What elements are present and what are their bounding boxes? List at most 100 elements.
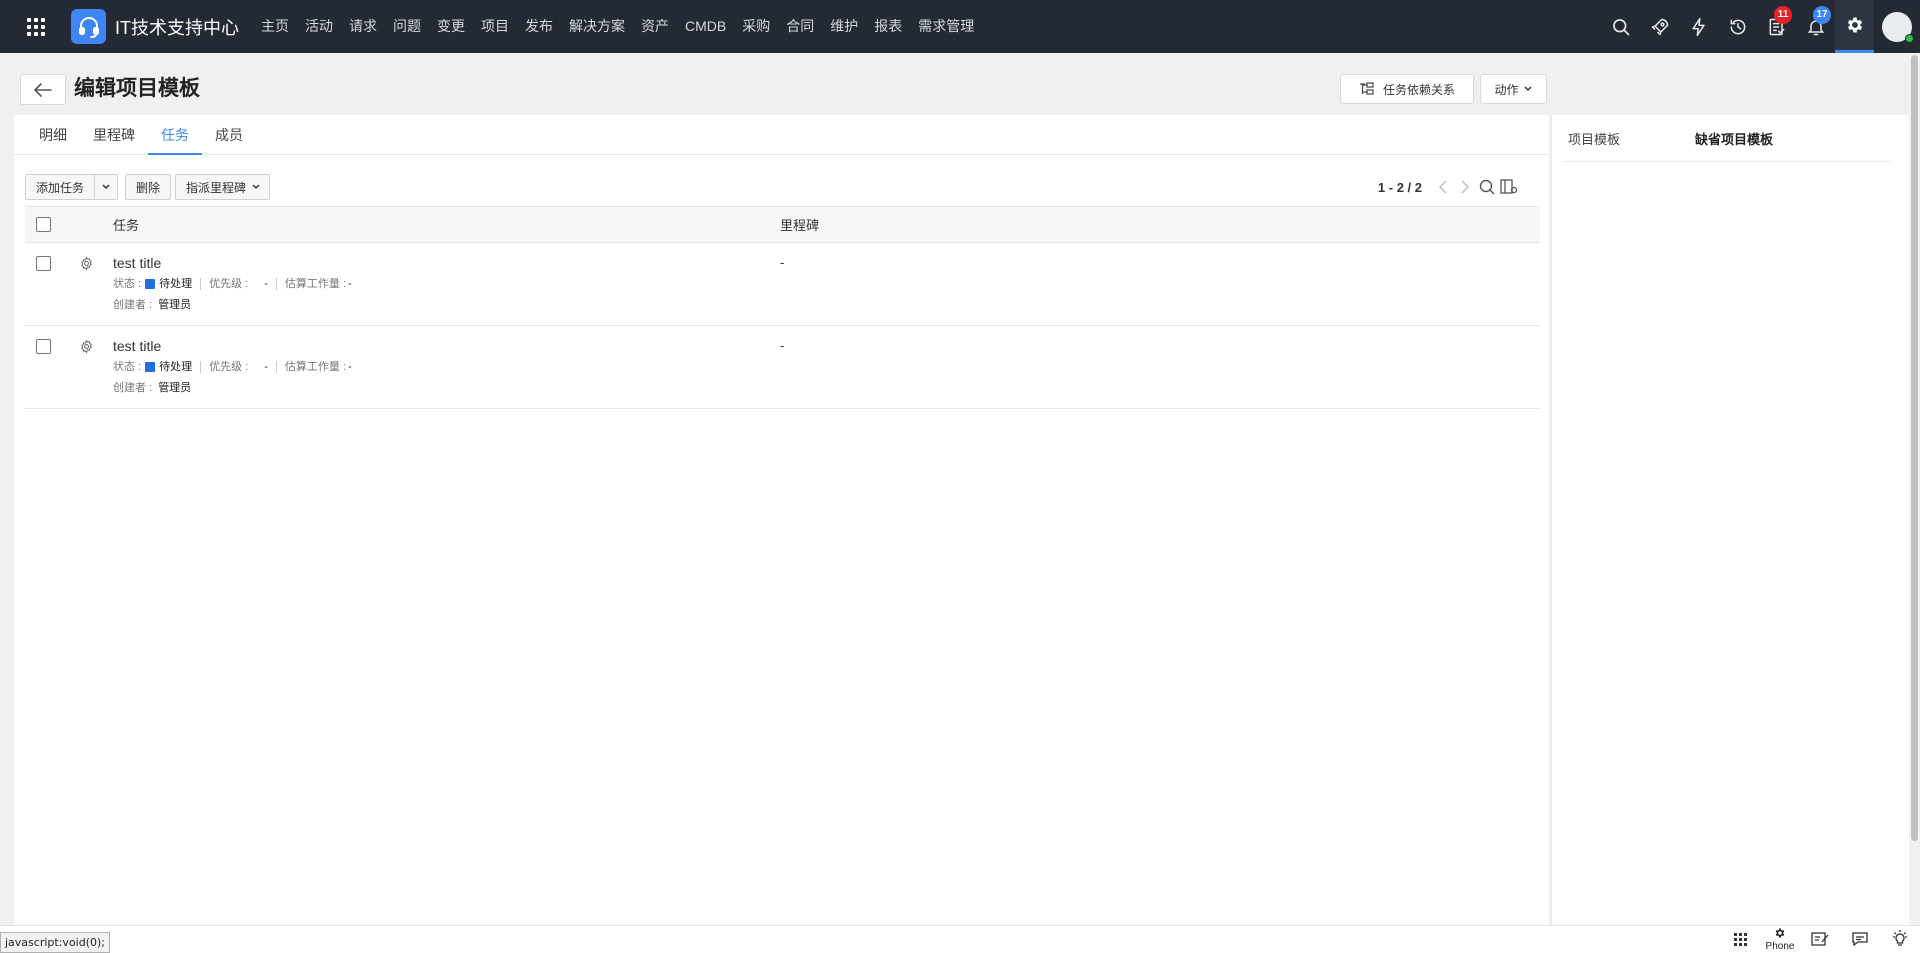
project-template-label: 项目模板 — [1568, 131, 1621, 147]
add-task-dropdown-toggle[interactable] — [95, 174, 119, 200]
gear-icon[interactable] — [79, 339, 94, 354]
next-page-icon[interactable] — [1454, 176, 1476, 198]
task-title-link[interactable]: test title — [113, 253, 780, 273]
effort-label: 估算工作量 : — [284, 361, 347, 373]
page-scrollbar[interactable] — [1909, 53, 1920, 925]
nav-item-activities[interactable]: 活动 — [297, 0, 341, 53]
lightbulb-icon[interactable] — [1880, 925, 1920, 953]
add-task-split-button: 添加任务 — [25, 174, 119, 200]
bell-icon[interactable]: 17 — [1796, 0, 1835, 53]
effort-value: - — [348, 361, 352, 373]
avatar[interactable] — [1882, 11, 1914, 43]
nav-item-releases[interactable]: 发布 — [517, 0, 561, 53]
gear-icon[interactable] — [79, 256, 94, 271]
task-toolbar: 添加任务 删除 指派里程碑 — [25, 174, 271, 200]
status-label: 状态 : — [113, 278, 142, 290]
main-panel: 明细 里程碑 任务 成员 添加任务 删除 指派里程碑 1 - 2 / 2 任务 … — [14, 115, 1549, 925]
back-button[interactable] — [20, 74, 66, 105]
task-grid: 任务 里程碑 test title 状态 : 待处理 优先级 : - 估算工作量… — [25, 206, 1540, 409]
nav-item-assets[interactable]: 资产 — [633, 0, 677, 53]
task-list-icon[interactable]: 11 — [1757, 0, 1796, 53]
tab-tasks[interactable]: 任务 — [148, 115, 202, 155]
nav-item-solutions[interactable]: 解决方案 — [561, 0, 633, 53]
row-checkbox[interactable] — [35, 339, 51, 354]
dialpad-icon[interactable] — [1720, 925, 1760, 953]
creator-line: 创建者 : 管理员 — [113, 295, 780, 315]
chat-icon[interactable] — [1840, 925, 1880, 953]
arrow-left-icon — [34, 82, 52, 97]
nav-item-projects[interactable]: 项目 — [473, 0, 517, 53]
tab-milestones[interactable]: 里程碑 — [80, 115, 148, 155]
add-task-button[interactable]: 添加任务 — [25, 174, 96, 200]
select-all-checkbox[interactable] — [35, 217, 51, 232]
nav-item-changes[interactable]: 变更 — [429, 0, 473, 53]
row-checkbox[interactable] — [35, 256, 51, 271]
nav-item-maintenance[interactable]: 维护 — [822, 0, 866, 53]
task-dependency-button[interactable]: 任务依赖关系 — [1340, 74, 1474, 104]
task-dependency-label: 任务依赖关系 — [1382, 82, 1455, 97]
nav-item-contracts[interactable]: 合同 — [778, 0, 822, 53]
creator-label: 创建者 : — [113, 382, 153, 394]
page-title: 编辑项目模板 — [74, 77, 200, 100]
top-right-toolbar: 11 17 — [1601, 0, 1920, 53]
nav-item-cmdb[interactable]: CMDB — [677, 0, 734, 53]
delete-button[interactable]: 删除 — [125, 174, 172, 200]
action-label: 动作 — [1494, 82, 1519, 97]
task-meta: 状态 : 待处理 优先级 : - 估算工作量 : - — [113, 356, 780, 378]
pager: 1 - 2 / 2 — [1378, 174, 1520, 200]
tab-details[interactable]: 明细 — [26, 115, 80, 155]
notifications-count-badge: 17 — [1813, 6, 1831, 24]
phone-settings-button[interactable]: Phone — [1760, 925, 1800, 953]
pager-count: 1 - 2 / 2 — [1377, 179, 1422, 195]
table-row: test title 状态 : 待处理 优先级 : - 估算工作量 : - 创建… — [25, 243, 1540, 326]
milestone-value: - — [780, 338, 785, 353]
main-nav: 主页 活动 请求 问题 变更 项目 发布 解决方案 资产 CMDB 采购 合同 … — [253, 0, 982, 53]
creator-value: 管理员 — [158, 382, 192, 394]
dependency-tree-icon — [1359, 82, 1374, 95]
previous-page-icon[interactable] — [1432, 176, 1454, 198]
scrollbar-thumb[interactable] — [1911, 55, 1918, 841]
search-icon[interactable] — [1476, 176, 1498, 198]
search-icon[interactable] — [1601, 0, 1640, 53]
creator-line: 创建者 : 管理员 — [113, 378, 780, 398]
rocket-icon[interactable] — [1640, 0, 1679, 53]
action-dropdown-button[interactable]: 动作 — [1480, 74, 1547, 104]
history-icon[interactable] — [1718, 0, 1757, 53]
gear-icon — [1775, 928, 1785, 938]
tasks-count-badge: 11 — [1774, 6, 1792, 24]
effort-label: 估算工作量 : — [284, 278, 347, 290]
grid-header: 任务 里程碑 — [25, 206, 1540, 243]
nav-item-home[interactable]: 主页 — [253, 0, 297, 53]
headset-logo-icon — [71, 9, 106, 44]
project-template-row: 项目模板 缺省项目模板 — [1562, 115, 1892, 162]
nav-item-reports[interactable]: 报表 — [866, 0, 910, 53]
status-value: 待处理 — [159, 278, 193, 290]
chevron-down-icon — [252, 184, 260, 190]
details-side-panel: 项目模板 缺省项目模板 — [1551, 115, 1909, 925]
status-value: 待处理 — [159, 361, 193, 373]
app-title: IT技术支持中心 — [115, 17, 239, 38]
top-navigation-bar: IT技术支持中心 主页 活动 请求 问题 变更 项目 发布 解决方案 资产 CM… — [0, 0, 1920, 53]
nav-item-requests[interactable]: 请求 — [341, 0, 385, 53]
creator-label: 创建者 : — [113, 299, 153, 311]
apps-menu-button[interactable] — [0, 0, 71, 53]
note-edit-icon[interactable] — [1800, 925, 1840, 953]
nav-item-purchase[interactable]: 采购 — [734, 0, 778, 53]
gear-icon[interactable] — [1835, 0, 1874, 53]
status-color-swatch — [145, 362, 156, 372]
tab-bar: 明细 里程碑 任务 成员 — [14, 115, 1549, 155]
assign-milestone-label: 指派里程碑 — [186, 180, 247, 195]
column-header-milestone[interactable]: 里程碑 — [780, 215, 1540, 234]
nav-item-problems[interactable]: 问题 — [385, 0, 429, 53]
assign-milestone-button[interactable]: 指派里程碑 — [175, 174, 271, 200]
status-color-swatch — [145, 279, 156, 289]
table-row: test title 状态 : 待处理 优先级 : - 估算工作量 : - 创建… — [25, 326, 1540, 409]
column-settings-icon[interactable] — [1498, 176, 1520, 198]
lightning-icon[interactable] — [1679, 0, 1718, 53]
column-header-task[interactable]: 任务 — [111, 215, 780, 234]
tab-members[interactable]: 成员 — [202, 115, 256, 155]
effort-value: - — [348, 278, 352, 290]
nav-item-demand-management[interactable]: 需求管理 — [910, 0, 982, 53]
brand[interactable]: IT技术支持中心 — [71, 0, 253, 53]
task-title-link[interactable]: test title — [113, 336, 780, 356]
